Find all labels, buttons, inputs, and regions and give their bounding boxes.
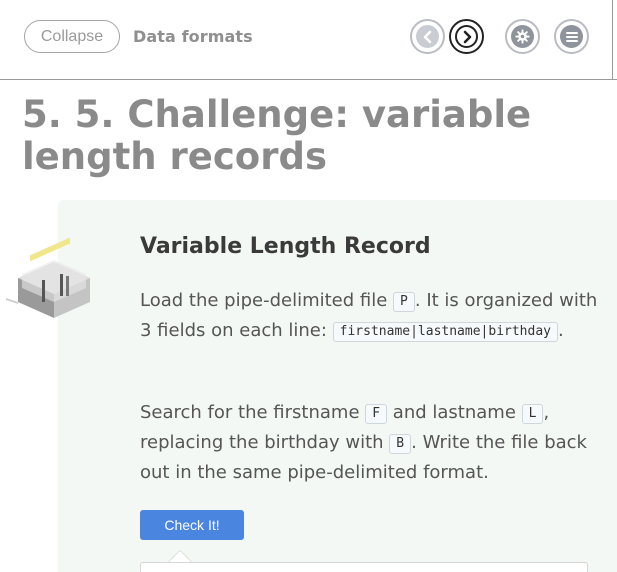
menu-button[interactable] — [554, 19, 589, 54]
top-bar: Collapse Data formats — [0, 0, 617, 80]
collapse-button[interactable]: Collapse — [24, 20, 120, 53]
paragraph-text: Load the pipe-delimited file — [140, 290, 394, 311]
chevron-left-icon — [423, 30, 431, 43]
paragraph-text: and lastname — [387, 402, 522, 423]
challenge-paragraph-2: Search for the firstname F and lastname … — [140, 398, 600, 488]
challenge-title: Variable Length Record — [140, 234, 431, 259]
gear-icon — [515, 29, 530, 44]
previous-button[interactable] — [410, 19, 445, 54]
lastname-param-code: L — [521, 404, 544, 424]
paragraph-text: Search for the firstname — [140, 402, 366, 423]
feedback-panel — [140, 562, 588, 572]
feedback-pointer — [168, 550, 192, 562]
check-it-button[interactable]: Check It! — [140, 510, 244, 540]
menu-icon — [565, 31, 578, 42]
next-button[interactable] — [449, 19, 484, 54]
birthday-param-code: B — [389, 434, 412, 454]
page: Collapse Data formats 5. 5. Challenge: v… — [0, 0, 617, 572]
challenge-icon — [6, 237, 90, 318]
file-param-code: P — [393, 292, 415, 312]
firstname-param-code: F — [365, 404, 388, 424]
format-code: firstname|lastname|birthday — [332, 322, 558, 342]
chevron-right-icon — [463, 30, 471, 43]
page-title: 5. 5. Challenge: variable length records — [22, 93, 532, 178]
paragraph-text: . — [557, 320, 564, 341]
settings-button[interactable] — [505, 19, 540, 54]
section-title: Data formats — [133, 27, 253, 46]
challenge-paragraph-1: Load the pipe-delimited file P. It is or… — [140, 286, 600, 346]
